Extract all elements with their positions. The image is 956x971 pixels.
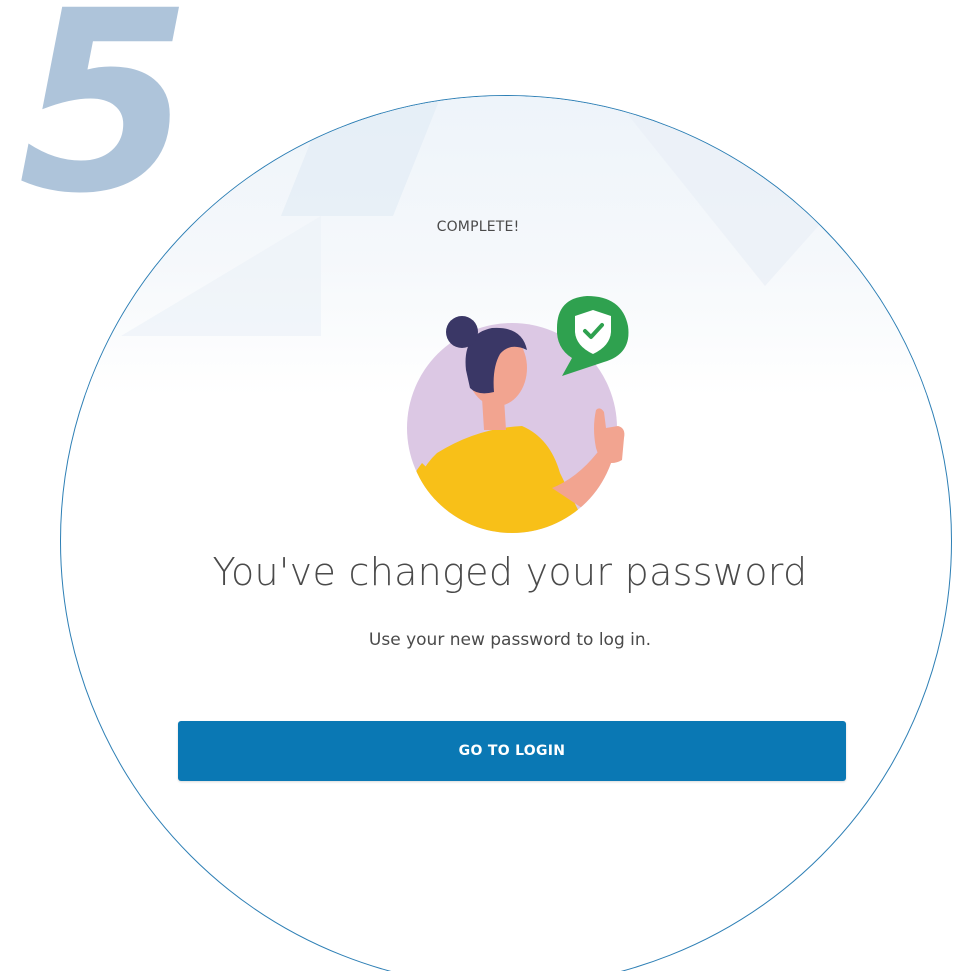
instruction-text: Use your new password to log in. <box>368 630 652 650</box>
status-label: COMPLETE! <box>436 219 520 235</box>
go-to-login-button[interactable]: GO TO LOGIN <box>178 721 846 781</box>
woman-thumbs-up-shield-check-icon <box>382 288 652 538</box>
page-title: You've changed your password <box>212 550 808 594</box>
password-change-complete-screen: 5 COMPLETE! <box>0 0 956 971</box>
content-area: COMPLETE! You've changed your password U… <box>0 0 956 971</box>
